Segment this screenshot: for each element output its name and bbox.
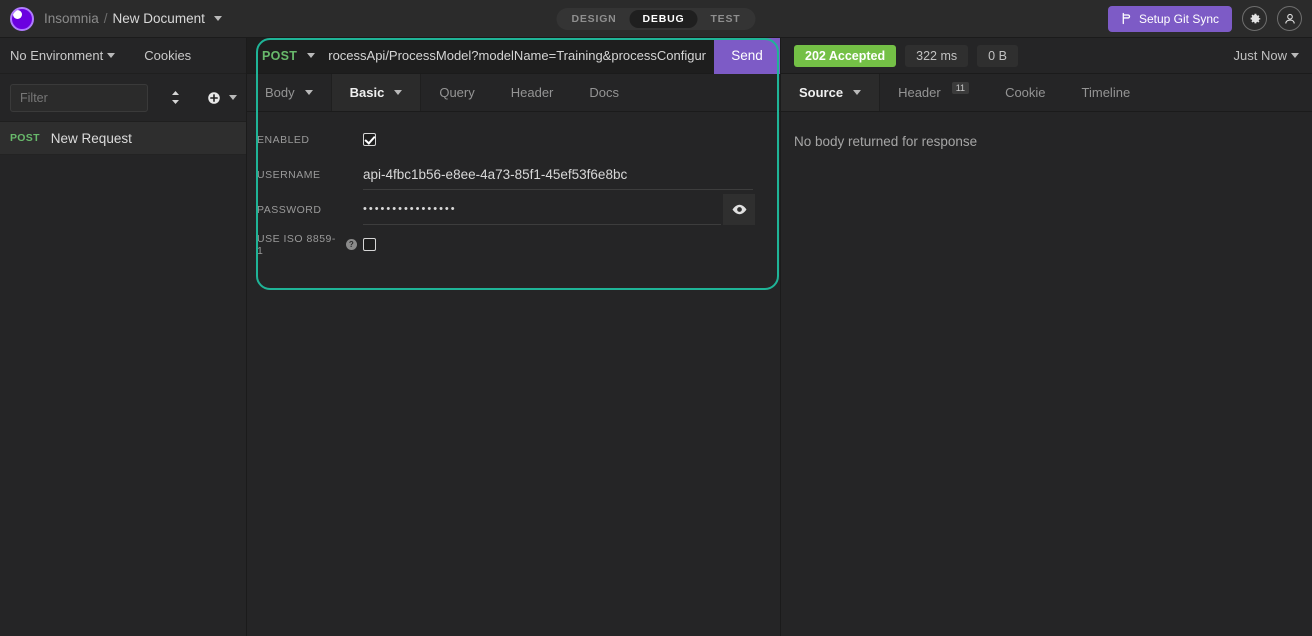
tab-response-header[interactable]: Header 11 — [880, 74, 987, 111]
chevron-down-icon — [1291, 53, 1299, 58]
http-method-label: POST — [262, 49, 297, 63]
gear-icon — [1248, 12, 1262, 26]
add-request-button[interactable] — [207, 91, 237, 105]
breadcrumb-app-name: Insomnia — [44, 11, 99, 26]
password-label: PASSWORD — [257, 204, 357, 216]
response-size[interactable]: 0 B — [977, 45, 1018, 67]
git-branch-icon — [1121, 12, 1132, 25]
http-method-selector[interactable]: POST — [247, 49, 315, 63]
tab-auth-basic-label: Basic — [350, 85, 385, 100]
request-pane: POST rocessApi/ProcessModel?modelName=Tr… — [247, 38, 780, 636]
iso-label-wrap: USE ISO 8859-1 ? — [257, 233, 357, 257]
breadcrumb: Insomnia / New Document — [44, 11, 222, 26]
sidebar-header: No Environment Cookies — [0, 38, 246, 74]
breadcrumb-separator: / — [104, 11, 108, 26]
chevron-down-icon — [229, 95, 237, 100]
environment-label: No Environment — [10, 48, 103, 63]
cookies-button[interactable]: Cookies — [144, 48, 191, 63]
status-badge[interactable]: 202 Accepted — [794, 45, 896, 67]
top-bar-actions: Setup Git Sync — [1108, 6, 1302, 32]
send-button[interactable]: Send — [714, 38, 780, 74]
password-input[interactable] — [363, 194, 721, 225]
sort-updown-icon — [170, 90, 181, 105]
username-input[interactable] — [363, 159, 753, 190]
chevron-down-icon — [107, 53, 115, 58]
enabled-row: ENABLED — [247, 122, 780, 157]
header-count-badge: 11 — [952, 82, 969, 94]
tab-test[interactable]: TEST — [697, 10, 753, 28]
logo-container — [0, 7, 44, 31]
tab-source-label: Source — [799, 85, 843, 100]
request-method-badge: POST — [10, 132, 40, 144]
tab-cookie[interactable]: Cookie — [987, 74, 1063, 111]
response-empty-message: No body returned for response — [781, 112, 1312, 149]
account-button[interactable] — [1277, 6, 1302, 31]
response-status-bar: 202 Accepted 322 ms 0 B Just Now — [781, 38, 1312, 74]
response-pane: 202 Accepted 322 ms 0 B Just Now Source … — [780, 38, 1312, 636]
enabled-label: ENABLED — [257, 134, 357, 146]
git-sync-label: Setup Git Sync — [1139, 12, 1219, 26]
breadcrumb-document-name[interactable]: New Document — [113, 11, 205, 26]
response-tabs: Source Header 11 Cookie Timeline — [781, 74, 1312, 112]
mode-switch: DESIGN DEBUG TEST — [556, 8, 755, 30]
password-row: PASSWORD — [247, 192, 780, 227]
insomnia-logo-icon — [10, 7, 34, 31]
tab-response-header-label: Header — [898, 85, 941, 100]
tab-debug[interactable]: DEBUG — [630, 10, 698, 28]
tab-body-label: Body — [265, 85, 295, 100]
tab-query[interactable]: Query — [421, 74, 492, 111]
enabled-checkbox[interactable] — [363, 133, 376, 146]
setup-git-sync-button[interactable]: Setup Git Sync — [1108, 6, 1232, 32]
username-control — [357, 159, 780, 190]
insomnia-app-window: Insomnia / New Document DESIGN DEBUG TES… — [0, 0, 1312, 636]
chevron-down-icon[interactable] — [214, 16, 222, 21]
top-bar: Insomnia / New Document DESIGN DEBUG TES… — [0, 0, 1312, 38]
chevron-down-icon — [305, 90, 313, 95]
environment-selector[interactable]: No Environment — [0, 48, 115, 63]
tab-header[interactable]: Header — [493, 74, 572, 111]
reveal-password-button[interactable] — [723, 194, 755, 225]
request-tabs: Body Basic Query Header Docs — [247, 74, 780, 112]
url-input[interactable]: rocessApi/ProcessModel?modelName=Trainin… — [328, 48, 714, 63]
response-time[interactable]: 322 ms — [905, 45, 968, 67]
tab-source[interactable]: Source — [781, 74, 880, 111]
eye-icon — [731, 204, 748, 215]
enabled-control — [357, 133, 780, 146]
sidebar: No Environment Cookies POS — [0, 38, 247, 636]
help-circle-icon[interactable]: ? — [346, 239, 357, 250]
plus-circle-icon — [207, 91, 221, 105]
password-control — [357, 194, 780, 225]
tab-docs[interactable]: Docs — [571, 74, 637, 111]
user-icon — [1283, 12, 1297, 26]
sort-button[interactable] — [170, 90, 181, 105]
url-bar: POST rocessApi/ProcessModel?modelName=Tr… — [247, 38, 780, 74]
filter-input[interactable] — [10, 84, 148, 112]
response-history-label: Just Now — [1234, 48, 1287, 63]
tab-timeline[interactable]: Timeline — [1064, 74, 1149, 111]
response-history-selector[interactable]: Just Now — [1234, 48, 1299, 63]
iso-row: USE ISO 8859-1 ? — [247, 227, 780, 262]
sidebar-item-new-request[interactable]: POST New Request — [0, 122, 246, 155]
username-label: USERNAME — [257, 169, 357, 181]
chevron-down-icon — [853, 90, 861, 95]
tab-body[interactable]: Body — [247, 74, 332, 111]
settings-button[interactable] — [1242, 6, 1267, 31]
request-name-label: New Request — [51, 131, 132, 146]
tab-auth-basic[interactable]: Basic — [332, 74, 422, 111]
username-row: USERNAME — [247, 157, 780, 192]
sidebar-filter-row — [0, 74, 246, 122]
basic-auth-form: ENABLED USERNAME PASSWORD — [247, 112, 780, 262]
tab-design[interactable]: DESIGN — [558, 10, 629, 28]
iso-control — [357, 238, 780, 251]
iso-label: USE ISO 8859-1 — [257, 233, 341, 257]
chevron-down-icon — [394, 90, 402, 95]
chevron-down-icon — [307, 53, 315, 58]
iso-checkbox[interactable] — [363, 238, 376, 251]
